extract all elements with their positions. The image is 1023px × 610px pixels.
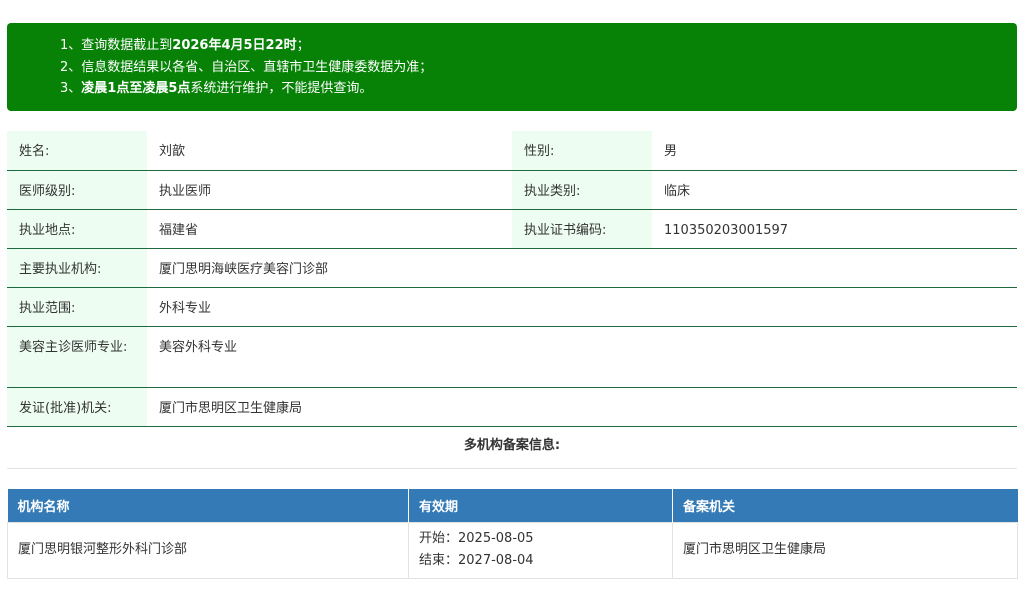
notice-bold-text: 2026年4月5日22时 bbox=[172, 38, 297, 53]
table-row: 厦门思明银河整形外科门诊部 开始：2025-08-05 结束：2027-08-0… bbox=[7, 521, 1018, 579]
notice-line-1: 1、查询数据截止到2026年4月5日22时； bbox=[60, 35, 1017, 57]
org-label: 主要执业机构: bbox=[7, 248, 147, 288]
gender-label: 性别: bbox=[512, 131, 652, 171]
notice-text: 系统进行维护，不能提供查询。 bbox=[190, 81, 373, 96]
cosmetic-value: 美容外科专业 bbox=[147, 326, 1017, 388]
cert-value: 110350203001597 bbox=[652, 209, 1017, 249]
name-value: 刘歆 bbox=[147, 131, 512, 171]
header-authority: 备案机关 bbox=[672, 489, 1018, 522]
scope-value: 外科专业 bbox=[147, 287, 1017, 327]
cert-label: 执业证书编码: bbox=[512, 209, 652, 249]
cosmetic-label: 美容主诊医师专业: bbox=[7, 326, 147, 388]
level-value: 执业医师 bbox=[147, 170, 512, 210]
scope-label: 执业范围: bbox=[7, 287, 147, 327]
record-end-date: 结束：2027-08-04 bbox=[419, 553, 534, 568]
issuer-label: 发证(批准)机关: bbox=[7, 387, 147, 427]
info-row-issuer: 发证(批准)机关: 厦门市思明区卫生健康局 bbox=[7, 387, 1017, 427]
records-section-title: 多机构备案信息: bbox=[7, 426, 1017, 469]
record-org: 厦门思明银河整形外科门诊部 bbox=[7, 521, 409, 579]
notice-text: ； bbox=[296, 38, 310, 53]
notice-line-3: 3、凌晨1点至凌晨5点系统进行维护，不能提供查询。 bbox=[60, 78, 1017, 100]
records-header-row: 机构名称 有效期 备案机关 bbox=[7, 489, 1018, 522]
header-org: 机构名称 bbox=[7, 489, 409, 522]
doctor-info-table: 姓名: 刘歆 性别: 男 医师级别: 执业医师 执业类别: 临床 执业地点: 福… bbox=[7, 131, 1017, 427]
notice-text: 3、 bbox=[60, 81, 82, 96]
records-table: 机构名称 有效期 备案机关 厦门思明银河整形外科门诊部 开始：2025-08-0… bbox=[7, 489, 1018, 579]
info-row-cosmetic: 美容主诊医师专业: 美容外科专业 bbox=[7, 326, 1017, 388]
notice-bold-text: 凌晨1点至凌晨5点 bbox=[81, 81, 191, 96]
category-label: 执业类别: bbox=[512, 170, 652, 210]
location-value: 福建省 bbox=[147, 209, 512, 249]
org-value: 厦门思明海峡医疗美容门诊部 bbox=[147, 248, 1017, 288]
info-row-name: 姓名: 刘歆 性别: 男 bbox=[7, 131, 1017, 171]
location-label: 执业地点: bbox=[7, 209, 147, 249]
issuer-value: 厦门市思明区卫生健康局 bbox=[147, 387, 1017, 427]
record-validity: 开始：2025-08-05 结束：2027-08-04 bbox=[408, 521, 673, 579]
info-row-level: 医师级别: 执业医师 执业类别: 临床 bbox=[7, 170, 1017, 210]
info-row-scope: 执业范围: 外科专业 bbox=[7, 287, 1017, 327]
info-row-org: 主要执业机构: 厦门思明海峡医疗美容门诊部 bbox=[7, 248, 1017, 288]
name-label: 姓名: bbox=[7, 131, 147, 171]
header-validity: 有效期 bbox=[408, 489, 673, 522]
info-row-location: 执业地点: 福建省 执业证书编码: 110350203001597 bbox=[7, 209, 1017, 249]
record-start-date: 开始：2025-08-05 bbox=[419, 531, 534, 546]
notice-text: 1、查询数据截止到 bbox=[60, 38, 173, 53]
record-authority: 厦门市思明区卫生健康局 bbox=[672, 521, 1018, 579]
level-label: 医师级别: bbox=[7, 170, 147, 210]
notice-line-2: 2、信息数据结果以各省、自治区、直辖市卫生健康委数据为准； bbox=[60, 59, 433, 75]
category-value: 临床 bbox=[652, 170, 1017, 210]
gender-value: 男 bbox=[652, 131, 1017, 171]
notice-banner: 1、查询数据截止到2026年4月5日22时； 2、信息数据结果以各省、自治区、直… bbox=[7, 23, 1017, 111]
